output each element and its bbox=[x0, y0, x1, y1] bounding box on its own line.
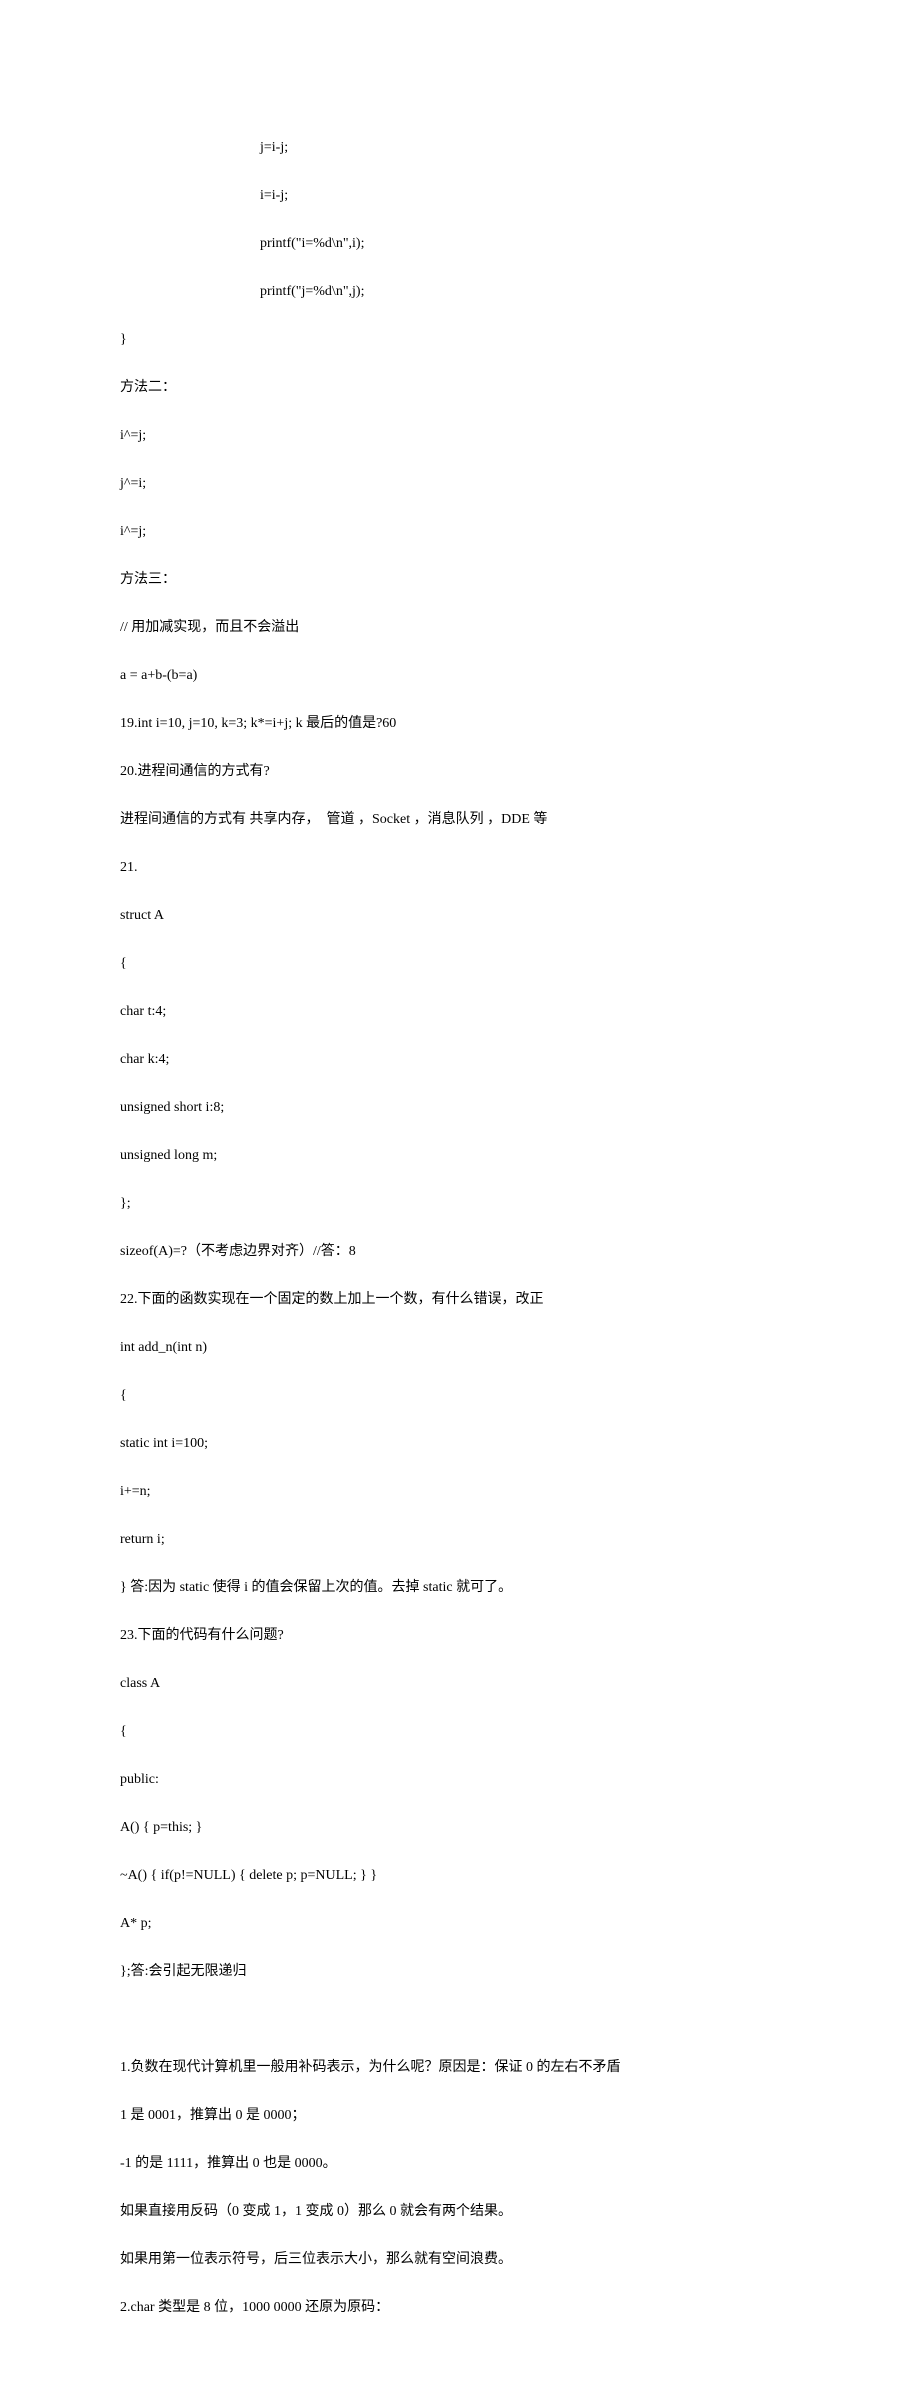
text-line: 进程间通信的方式有 共享内存， 管道 ，Socket ，消息队列 ，DDE 等 bbox=[120, 808, 800, 832]
text-line: 方法三： bbox=[120, 568, 800, 592]
code-line: struct A bbox=[120, 904, 800, 928]
code-line: A() { p=this; } bbox=[120, 1816, 800, 1840]
text-line: -1 的是 1111，推算出 0 也是 0000。 bbox=[120, 2152, 800, 2176]
code-line: unsigned short i:8; bbox=[120, 1096, 800, 1120]
document-page: j=i-j; i=i-j; printf("i=%d\n",i); printf… bbox=[0, 0, 920, 2404]
code-line: { bbox=[120, 1384, 800, 1408]
code-line: j=i-j; bbox=[120, 136, 800, 160]
code-line: a = a+b-(b=a) bbox=[120, 664, 800, 688]
code-line: { bbox=[120, 1720, 800, 1744]
code-line: printf("i=%d\n",i); bbox=[120, 232, 800, 256]
text-line: 23.下面的代码有什么问题? bbox=[120, 1624, 800, 1648]
text-line: // 用加减实现，而且不会溢出 bbox=[120, 616, 800, 640]
text-line: 22.下面的函数实现在一个固定的数上加上一个数，有什么错误，改正 bbox=[120, 1288, 800, 1312]
code-line: }; bbox=[120, 1192, 800, 1216]
code-line: j^=i; bbox=[120, 472, 800, 496]
text-line: 2.char 类型是 8 位，1000 0000 还原为原码： bbox=[120, 2296, 800, 2320]
code-line: int add_n(int n) bbox=[120, 1336, 800, 1360]
text-line: } 答:因为 static 使得 i 的值会保留上次的值。去掉 static 就… bbox=[120, 1576, 800, 1600]
text-line: 1 是 0001，推算出 0 是 0000； bbox=[120, 2104, 800, 2128]
text-line: 如果直接用反码（0 变成 1，1 变成 0）那么 0 就会有两个结果。 bbox=[120, 2200, 800, 2224]
code-line: char k:4; bbox=[120, 1048, 800, 1072]
text-line: 如果用第一位表示符号，后三位表示大小，那么就有空间浪费。 bbox=[120, 2248, 800, 2272]
code-line: } bbox=[120, 328, 800, 352]
code-line: public: bbox=[120, 1768, 800, 1792]
text-line: 20.进程间通信的方式有? bbox=[120, 760, 800, 784]
text-line: 21. bbox=[120, 856, 800, 880]
code-line: char t:4; bbox=[120, 1000, 800, 1024]
code-line: i=i-j; bbox=[120, 184, 800, 208]
code-line: printf("j=%d\n",j); bbox=[120, 280, 800, 304]
code-line: i^=j; bbox=[120, 520, 800, 544]
code-line: class A bbox=[120, 1672, 800, 1696]
code-line: { bbox=[120, 952, 800, 976]
code-line: ~A() { if(p!=NULL) { delete p; p=NULL; }… bbox=[120, 1864, 800, 1888]
text-line: 1.负数在现代计算机里一般用补码表示，为什么呢？原因是：保证 0 的左右不矛盾 bbox=[120, 2056, 800, 2080]
blank-line bbox=[120, 2008, 800, 2032]
text-line: 方法二： bbox=[120, 376, 800, 400]
code-line: i+=n; bbox=[120, 1480, 800, 1504]
text-line: 19.int i=10, j=10, k=3; k*=i+j; k 最后的值是?… bbox=[120, 712, 800, 736]
code-line: A* p; bbox=[120, 1912, 800, 1936]
text-line: sizeof(A)=?（不考虑边界对齐）//答：8 bbox=[120, 1240, 800, 1264]
code-line: unsigned long m; bbox=[120, 1144, 800, 1168]
code-line: static int i=100; bbox=[120, 1432, 800, 1456]
code-line: return i; bbox=[120, 1528, 800, 1552]
code-line: i^=j; bbox=[120, 424, 800, 448]
text-line: };答:会引起无限递归 bbox=[120, 1960, 800, 1984]
